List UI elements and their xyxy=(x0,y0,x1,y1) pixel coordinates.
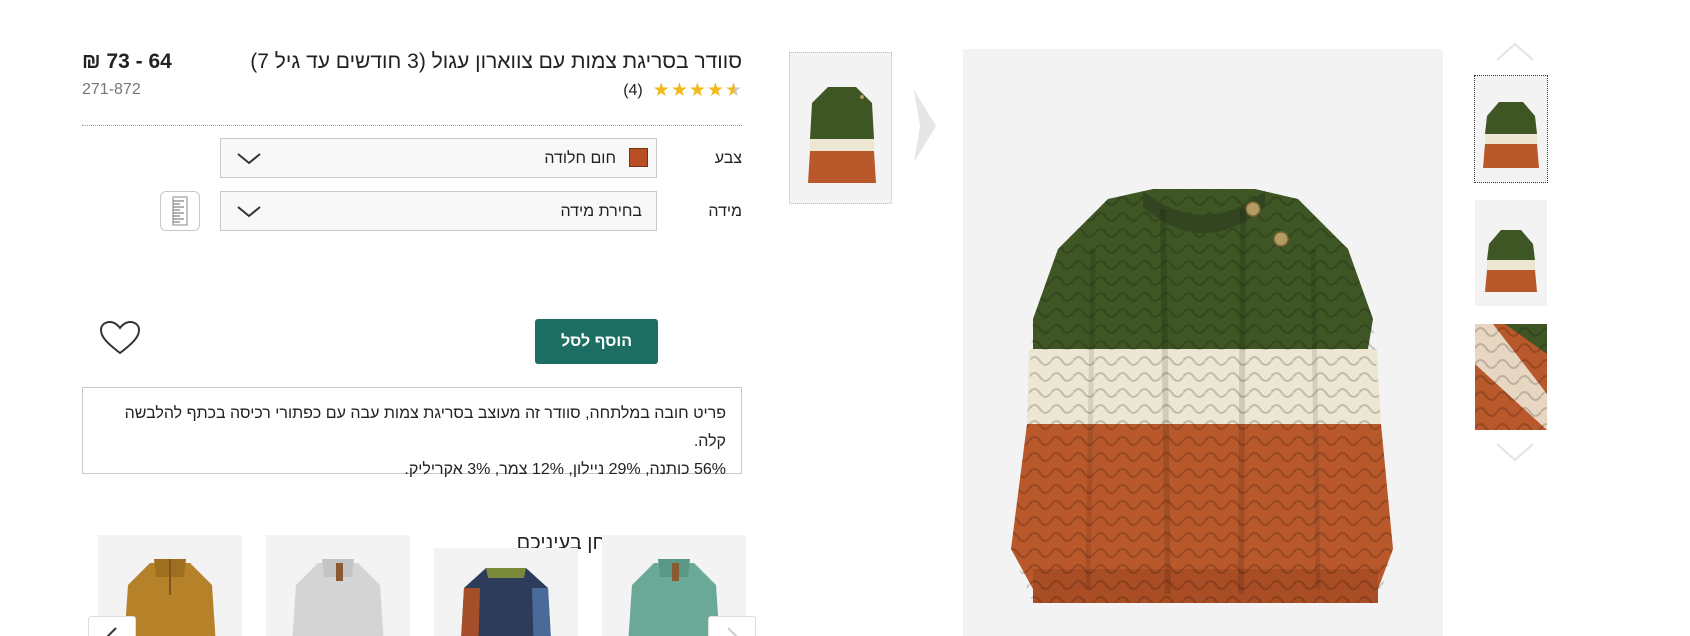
ruler-icon xyxy=(172,196,188,226)
star-icon: ★ xyxy=(688,80,706,101)
thumbnails-down-chevron-icon[interactable] xyxy=(1493,440,1537,464)
rating-count: (4) xyxy=(623,81,643,99)
thumbnails-up-chevron-icon[interactable] xyxy=(1493,40,1537,64)
wishlist-heart-icon[interactable] xyxy=(99,320,141,356)
sku-rating-row: 271-872 (4) ★ ★ ★ ★ ★ xyxy=(82,70,742,126)
rating-stars: ★ ★ ★ ★ ★ xyxy=(653,81,742,100)
size-guide-ruler-icon[interactable] xyxy=(160,191,200,231)
sweater-image xyxy=(461,568,551,636)
chevron-left-icon xyxy=(106,627,117,636)
color-select[interactable]: חום חלודה xyxy=(220,138,657,178)
description-composition: 56% כותנה, 29% ניילון, 12% צמר, 3% אקריל… xyxy=(404,461,726,478)
product-rating[interactable]: (4) ★ ★ ★ ★ ★ xyxy=(623,81,742,100)
product-info-panel: 64 - 73 ₪ סוודר בסריגת צמות עם צווארון ע… xyxy=(82,40,742,554)
color-option-row: צבע חום חלודה xyxy=(82,138,742,178)
size-select-value: בחירת מידה xyxy=(560,203,642,220)
star-icon: ★ xyxy=(706,80,724,101)
color-select-value: חום חלודה xyxy=(544,150,616,167)
chevron-right-icon xyxy=(727,627,738,636)
alt-view-thumbnail[interactable] xyxy=(789,52,892,204)
chevron-right-icon[interactable] xyxy=(912,88,938,164)
add-to-bag-button[interactable]: הוסף לסל xyxy=(535,319,658,364)
sweater-image xyxy=(808,87,876,183)
chevron-down-icon xyxy=(237,206,261,218)
color-label: צבע xyxy=(714,150,742,167)
product-description: פריט חובה במלתחה, סוודר זה מעוצב בסריגת … xyxy=(82,387,742,478)
thumbnail-front[interactable] xyxy=(1474,75,1548,183)
sweater-image xyxy=(292,559,384,636)
main-product-image[interactable] xyxy=(963,49,1443,636)
star-icon: ★ xyxy=(652,80,670,101)
size-select[interactable]: בחירת מידה xyxy=(220,191,657,231)
chevron-down-icon xyxy=(237,153,261,165)
sweater-image xyxy=(1485,230,1537,292)
recommendations-next-button[interactable] xyxy=(708,616,756,636)
star-icon: ★ xyxy=(670,80,688,101)
product-sku: 271-872 xyxy=(82,81,141,98)
sweater-image xyxy=(1483,102,1539,168)
sweater-image xyxy=(1475,324,1547,430)
thumbnail-detail[interactable] xyxy=(1475,324,1547,430)
size-label: מידה xyxy=(708,203,742,220)
recommendation-card[interactable] xyxy=(266,535,410,636)
color-swatch xyxy=(629,148,648,167)
title-row: 64 - 73 ₪ סוודר בסריגת צמות עם צווארון ע… xyxy=(82,40,742,73)
description-text: פריט חובה במלתחה, סוודר זה מעוצב בסריגת … xyxy=(124,405,726,450)
half-star-icon: ★ xyxy=(724,80,742,101)
recommendation-card[interactable] xyxy=(434,548,578,636)
sweater-image xyxy=(1011,189,1393,603)
recommendations-prev-button[interactable] xyxy=(88,616,136,636)
size-option-row: מידה בחירת מידה xyxy=(82,191,742,231)
thumbnail-back[interactable] xyxy=(1475,200,1547,306)
